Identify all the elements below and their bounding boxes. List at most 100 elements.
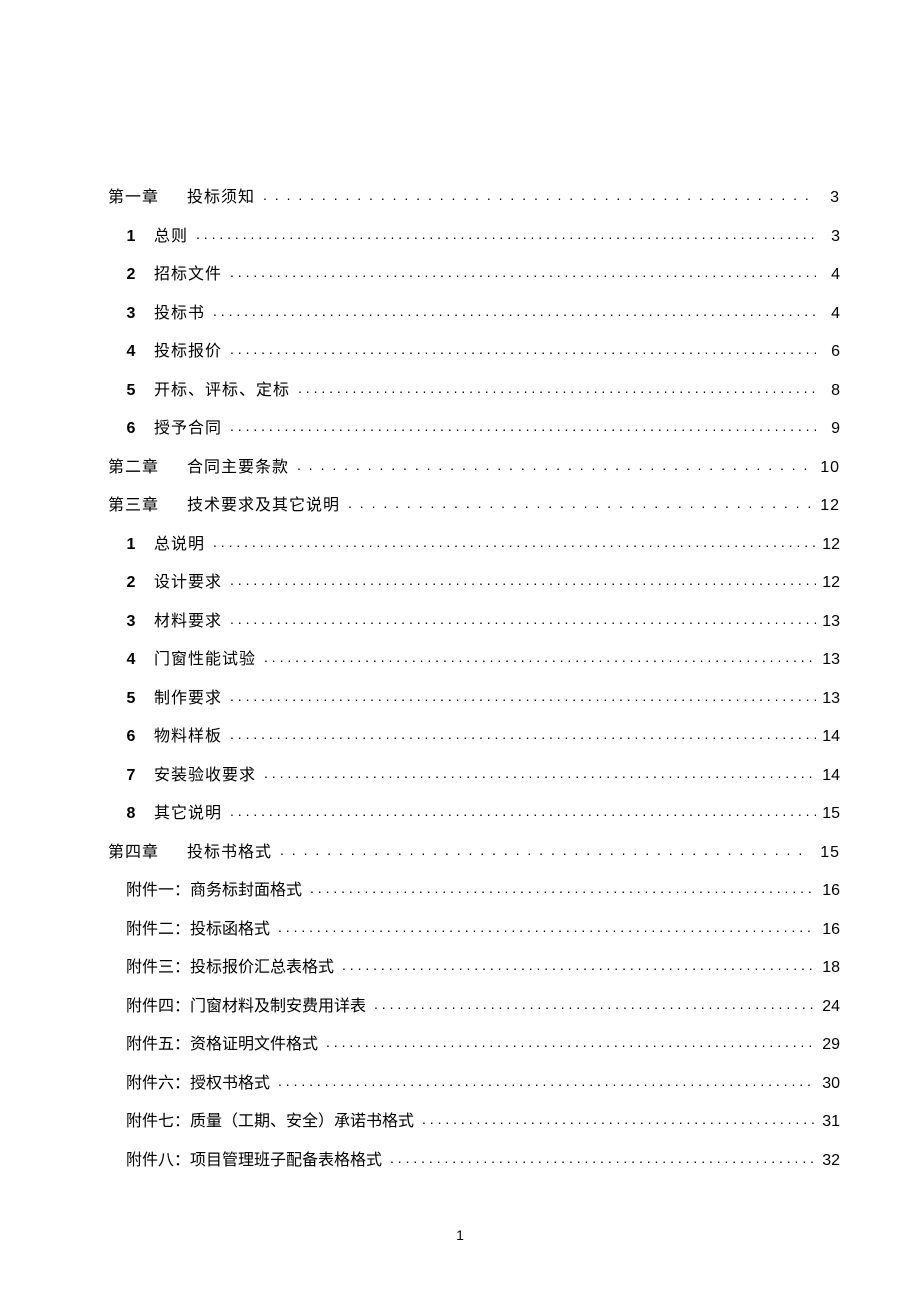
- toc-leader: [213, 533, 816, 549]
- toc-leader: [230, 687, 816, 703]
- toc-entry: 第一章投标须知3: [108, 186, 840, 206]
- toc-title: 附件四：门窗材料及制安费用详表: [126, 999, 366, 1015]
- toc-leader: [264, 764, 816, 780]
- toc-leader: [230, 571, 816, 587]
- toc-leader: [310, 879, 816, 895]
- toc-title: 附件五：资格证明文件格式: [126, 1037, 318, 1053]
- toc-entry: 6授予合同 9: [108, 417, 840, 437]
- toc-entry: 4投标报价 6: [108, 340, 840, 360]
- toc-entry: 2设计要求 12: [108, 571, 840, 591]
- toc-page: 12: [820, 537, 840, 553]
- toc-entry: 3材料要求13: [108, 610, 840, 630]
- toc-page: 4: [820, 267, 840, 283]
- toc-page: 29: [820, 1037, 840, 1053]
- toc-entry: 附件七：质量（工期、安全）承诺书格式31: [108, 1110, 840, 1130]
- toc-number: 2: [108, 267, 154, 283]
- toc-title: 合同主要条款: [187, 460, 289, 476]
- toc-leader: [263, 186, 810, 202]
- toc-leader: [390, 1149, 816, 1165]
- toc-leader: [422, 1110, 816, 1126]
- toc-title: 物料样板: [154, 729, 222, 745]
- toc-entry: 8其它说明15: [108, 802, 840, 822]
- toc-page: 4: [820, 306, 840, 322]
- toc-leader: [278, 1072, 816, 1088]
- toc-title: 其它说明: [154, 806, 222, 822]
- toc-number: 6: [108, 729, 154, 745]
- toc-page: 16: [820, 922, 840, 938]
- toc-leader: [264, 648, 816, 664]
- toc-page: 6: [820, 344, 840, 360]
- toc-page: 13: [820, 652, 840, 668]
- toc-entry: 2招标文件 4: [108, 263, 840, 283]
- toc-leader: [230, 610, 816, 626]
- toc-entry: 附件二：投标函格式16: [108, 918, 840, 938]
- toc-page: 16: [820, 883, 840, 899]
- toc-entry: 附件四：门窗材料及制安费用详表 24: [108, 995, 840, 1015]
- toc-leader: [196, 225, 816, 241]
- toc-title: 招标文件: [154, 267, 222, 283]
- toc-entry: 附件八：项目管理班子配备表格格式 32: [108, 1149, 840, 1169]
- toc-page: 12: [820, 498, 840, 514]
- toc-title: 附件七：质量（工期、安全）承诺书格式: [126, 1114, 414, 1130]
- toc-leader: [230, 725, 816, 741]
- toc-entry: 5开标、评标、定标8: [108, 379, 840, 399]
- toc-chapter-label: 第二章: [108, 460, 159, 476]
- toc-title: 投标须知: [187, 190, 255, 206]
- toc-leader: [342, 956, 816, 972]
- toc-leader: [297, 456, 810, 472]
- toc-number: 2: [108, 575, 154, 591]
- toc-title: 投标书格式: [187, 845, 272, 861]
- toc-leader: [348, 494, 810, 510]
- toc-page: 13: [820, 691, 840, 707]
- toc-title: 授予合同: [154, 421, 222, 437]
- toc-entry: 附件三：投标报价汇总表格式18: [108, 956, 840, 976]
- toc-page: 14: [820, 768, 840, 784]
- toc-number: 7: [108, 768, 154, 784]
- toc-number: 5: [108, 383, 154, 399]
- toc-page: 12: [820, 575, 840, 591]
- toc-leader: [374, 995, 816, 1011]
- table-of-contents: 第一章投标须知31总则32招标文件43投标书44投标报价65开标、评标、定标86…: [108, 186, 840, 1169]
- toc-title: 门窗性能试验: [154, 652, 256, 668]
- page-number: 1: [0, 1227, 920, 1243]
- toc-title: 附件三：投标报价汇总表格式: [126, 960, 334, 976]
- toc-leader: [280, 841, 810, 857]
- toc-title: 投标报价: [154, 344, 222, 360]
- toc-title: 附件六：授权书格式: [126, 1076, 270, 1092]
- toc-page: 15: [820, 845, 840, 861]
- toc-number: 4: [108, 344, 154, 360]
- toc-page: 32: [820, 1153, 840, 1169]
- toc-title: 附件八：项目管理班子配备表格格式: [126, 1153, 382, 1169]
- toc-entry: 1总则3: [108, 225, 840, 245]
- toc-chapter-label: 第三章: [108, 498, 159, 514]
- toc-title: 技术要求及其它说明: [187, 498, 340, 514]
- toc-page: 24: [820, 999, 840, 1015]
- toc-number: 1: [108, 229, 154, 245]
- toc-entry: 第二章合同主要条款10: [108, 456, 840, 476]
- toc-page: 3: [820, 229, 840, 245]
- toc-number: 5: [108, 691, 154, 707]
- toc-number: 6: [108, 421, 154, 437]
- toc-number: 3: [108, 306, 154, 322]
- toc-title: 投标书: [154, 306, 205, 322]
- toc-number: 3: [108, 614, 154, 630]
- toc-page: 14: [820, 729, 840, 745]
- toc-leader: [213, 302, 816, 318]
- toc-page: 3: [820, 190, 840, 206]
- toc-number: 8: [108, 806, 154, 822]
- toc-entry: 第四章 投标书格式 15: [108, 841, 840, 861]
- toc-page: 9: [820, 421, 840, 437]
- toc-entry: 1总说明12: [108, 533, 840, 553]
- toc-leader: [230, 802, 816, 818]
- toc-entry: 附件六：授权书格式30: [108, 1072, 840, 1092]
- toc-entry: 6物料样板 14: [108, 725, 840, 745]
- toc-entry: 第三章 技术要求及其它说明 12: [108, 494, 840, 514]
- toc-title: 设计要求: [154, 575, 222, 591]
- toc-leader: [298, 379, 816, 395]
- toc-chapter-label: 第四章: [108, 845, 159, 861]
- toc-title: 附件一：商务标封面格式: [126, 883, 302, 899]
- toc-page: 13: [820, 614, 840, 630]
- document-page: 第一章投标须知31总则32招标文件43投标书44投标报价65开标、评标、定标86…: [0, 0, 920, 1303]
- toc-entry: 5制作要求13: [108, 687, 840, 707]
- toc-leader: [230, 263, 816, 279]
